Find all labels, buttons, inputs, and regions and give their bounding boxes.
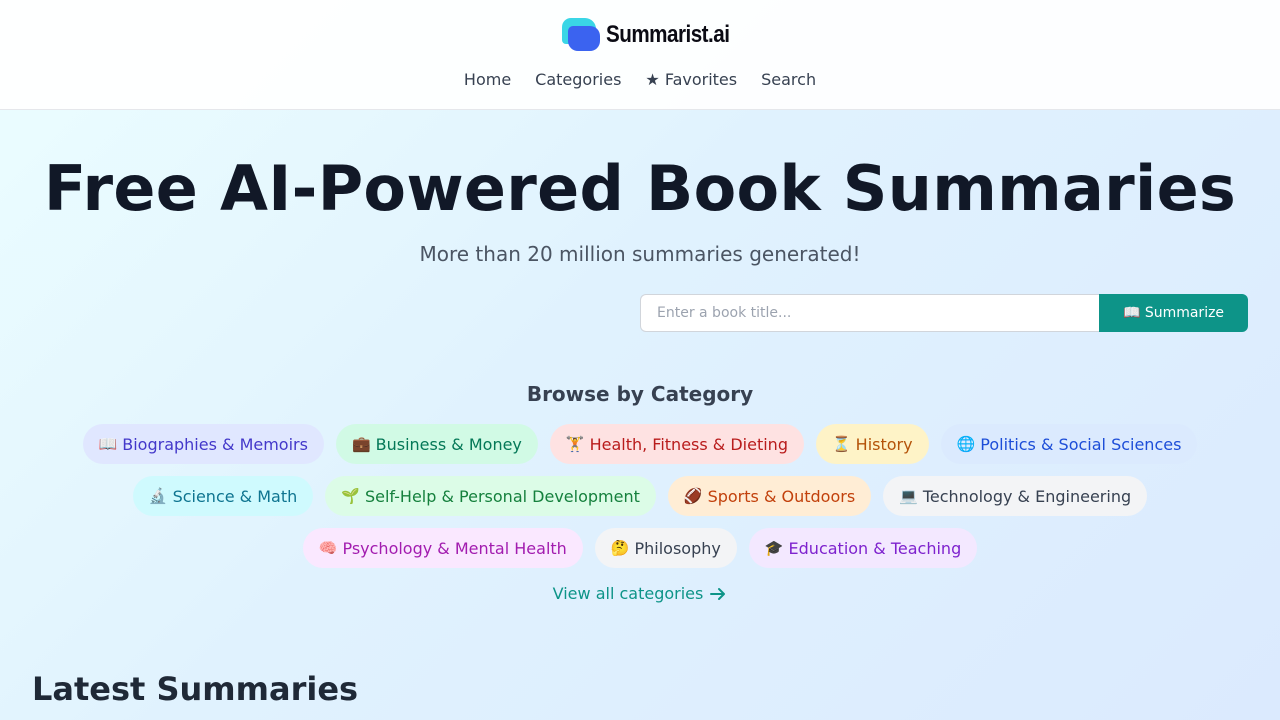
category-chip[interactable]: 🏋 Health, Fitness & Dieting [549, 424, 804, 464]
category-emoji-icon: 🏈 [683, 487, 703, 505]
summarize-button[interactable]: 📖 Summarize [1099, 294, 1248, 332]
category-emoji-icon: 🏋 [565, 435, 585, 453]
category-label: Self-Help & Personal Development [364, 486, 640, 506]
latest-summaries-title: Latest Summaries [32, 670, 359, 708]
category-emoji-icon: 💻 [899, 487, 918, 505]
nav-categories[interactable]: Categories [535, 70, 621, 89]
category-chip[interactable]: 🏈 Sports & Outdoors [667, 476, 872, 516]
nav-favorites[interactable]: ★ Favorites [645, 70, 737, 89]
chat-bubble-logo-icon [562, 18, 602, 52]
category-row: 🧠 Psychology & Mental Health 🤔 Philosophy 🎓 E… [0, 528, 1280, 568]
category-chip[interactable]: 💻 Technology & Engineering [883, 476, 1148, 516]
category-emoji-icon: 💼 [351, 435, 371, 453]
category-chip[interactable]: 🧠 Psychology & Mental Health [302, 528, 583, 568]
category-chip[interactable]: 🌱 Self-Help & Personal Development [325, 476, 656, 516]
category-label: Business & Money [375, 434, 522, 454]
category-label: Psychology & Mental Health [342, 538, 567, 558]
category-label: Education & Teaching [788, 538, 962, 558]
category-emoji-icon: ⏳ [831, 435, 851, 453]
category-chip[interactable]: 🤔 Philosophy [594, 528, 737, 568]
category-emoji-icon: 🧠 [318, 539, 338, 557]
category-row: 📖 Biographies & Memoirs 💼 Business & Money 🏋… [0, 424, 1280, 464]
site-header: Summarist.ai Home Categories ★ Favorites… [0, 0, 1280, 110]
logo-text: Summarist.ai [606, 21, 730, 48]
category-label: Sports & Outdoors [707, 486, 856, 506]
hero-subtitle: More than 20 million summaries generated… [419, 242, 861, 266]
category-emoji-icon: 🌱 [341, 487, 360, 505]
category-chip[interactable]: 📖 Biographies & Memoirs [82, 424, 324, 464]
category-row: 🔬 Science & Math 🌱 Self-Help & Personal Dev… [0, 476, 1280, 516]
category-emoji-icon: 🎓 [764, 539, 784, 557]
category-chip[interactable]: 🎓 Education & Teaching [748, 528, 978, 568]
nav-search[interactable]: Search [761, 70, 816, 89]
category-label: Biographies & Memoirs [122, 434, 308, 454]
category-chip[interactable]: ⏳ History [815, 424, 929, 464]
category-label: Philosophy [634, 538, 721, 558]
category-emoji-icon: 📖 [98, 435, 118, 453]
category-chip[interactable]: 🌐 Politics & Social Sciences [940, 424, 1198, 464]
arrow-right-icon [710, 587, 726, 600]
category-label: Technology & Engineering [922, 486, 1132, 506]
category-chip[interactable]: 🔬 Science & Math [132, 476, 314, 516]
category-label: Science & Math [172, 486, 298, 506]
view-all-label: View all categories [552, 584, 704, 603]
category-emoji-icon: 🔬 [148, 487, 168, 505]
hero-title: Free AI-Powered Book Summaries [43, 152, 1237, 225]
nav-home[interactable]: Home [464, 70, 511, 89]
category-label: History [855, 434, 913, 454]
category-chip[interactable]: 💼 Business & Money [335, 424, 538, 464]
browse-category-title: Browse by Category [526, 382, 754, 406]
category-emoji-icon: 🌐 [956, 435, 976, 453]
category-label: Politics & Social Sciences [980, 434, 1182, 454]
category-label: Health, Fitness & Dieting [589, 434, 788, 454]
site-logo[interactable]: Summarist.ai [562, 17, 730, 53]
summarize-form: 📖 Summarize [640, 294, 1248, 332]
hero: Free AI-Powered Book Summaries More than… [0, 152, 1280, 267]
view-all-categories-link[interactable]: View all categories [0, 584, 1280, 603]
book-title-input[interactable] [640, 294, 1099, 332]
category-emoji-icon: 🤔 [610, 539, 630, 557]
main-nav: Home Categories ★ Favorites Search [464, 70, 816, 89]
